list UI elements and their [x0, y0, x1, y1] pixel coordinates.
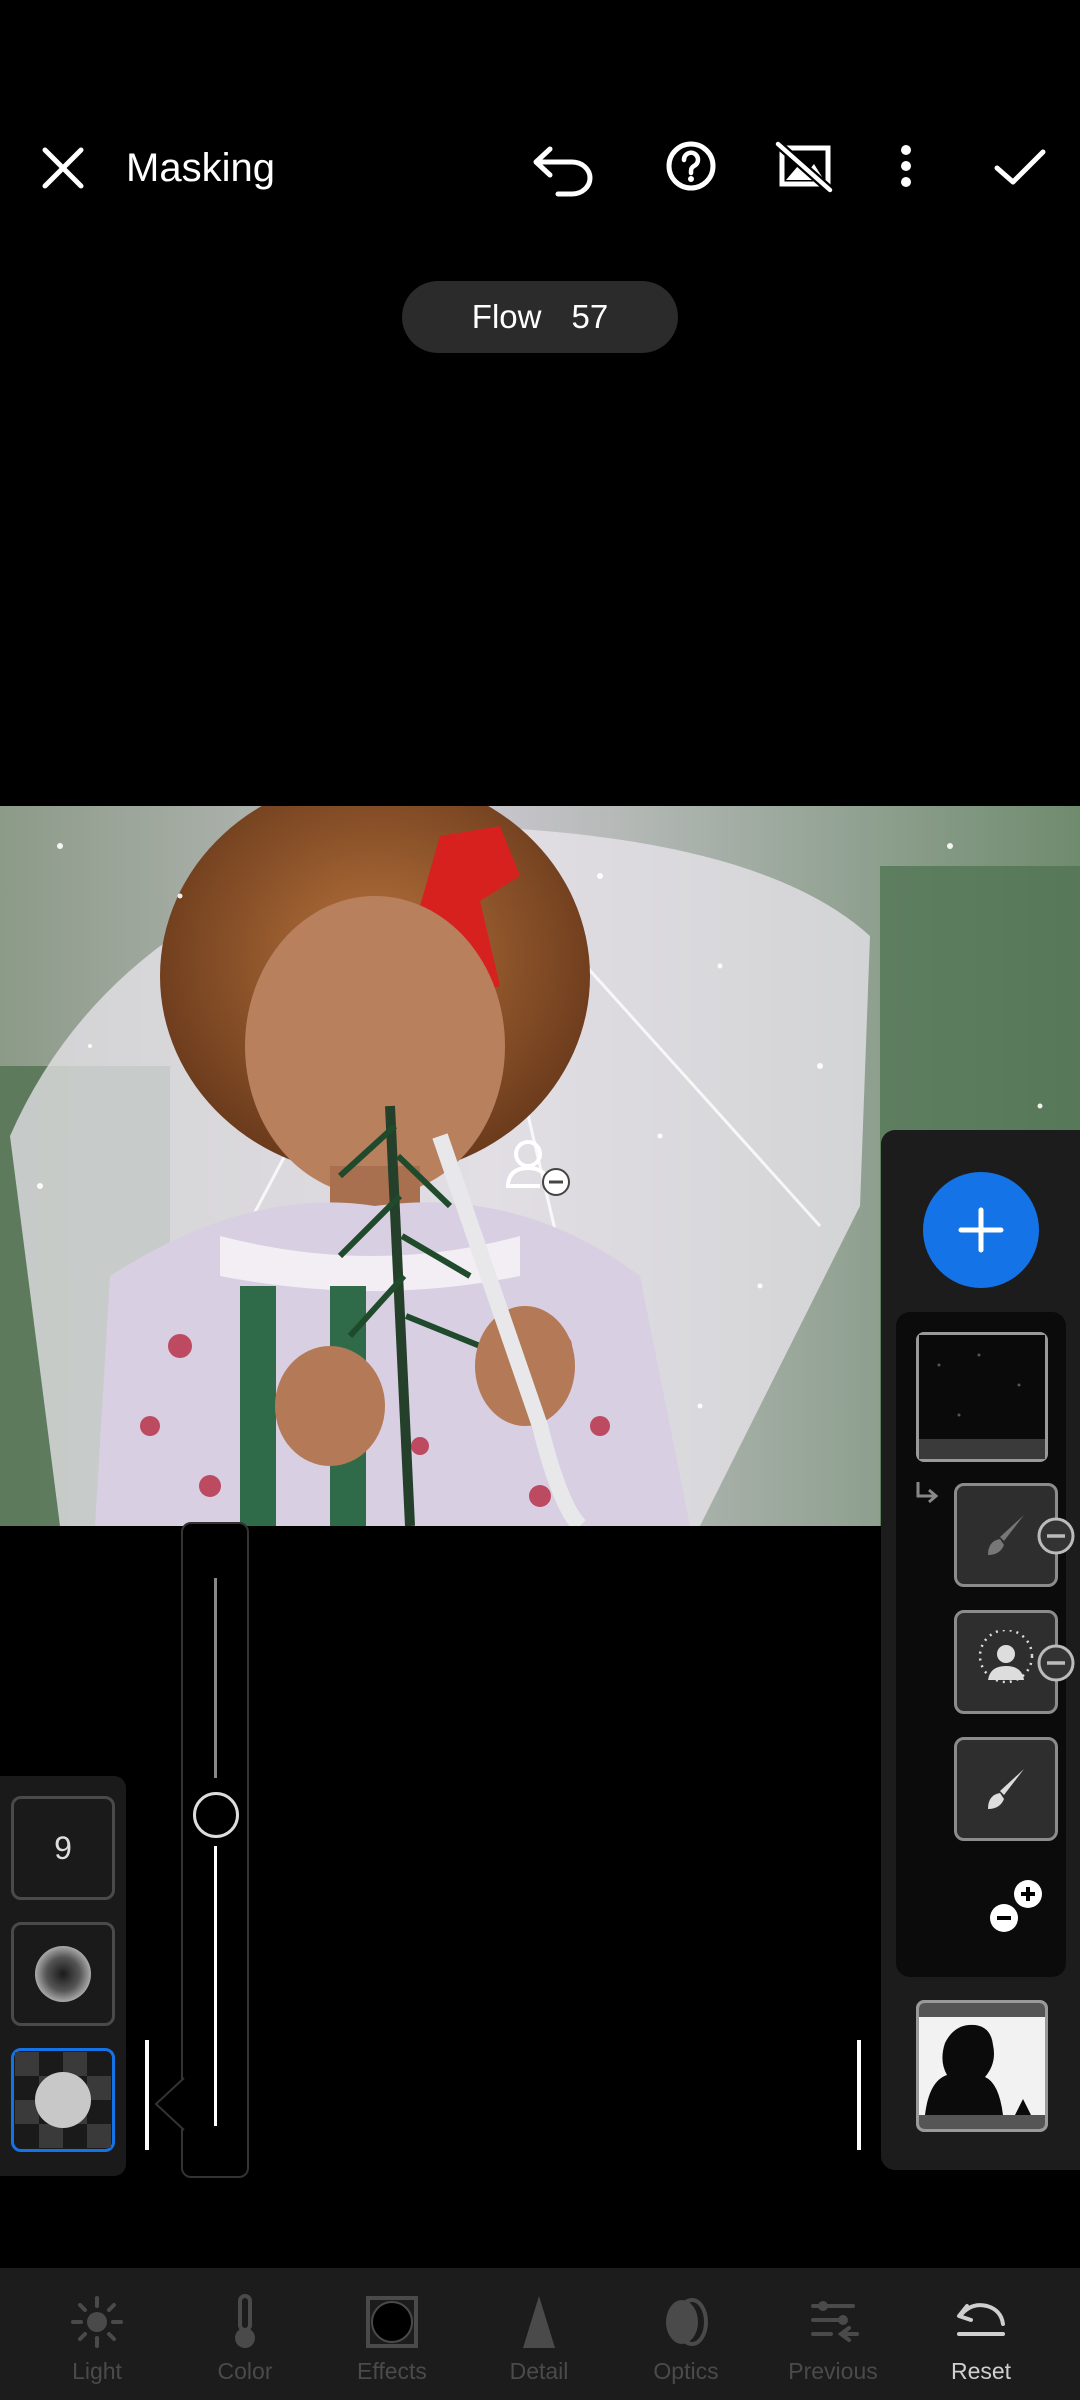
reset-icon	[957, 2303, 1005, 2336]
flow-value: 57	[571, 298, 609, 335]
sun-icon	[71, 2296, 123, 2348]
lens-icon	[666, 2298, 708, 2346]
brush-size-value: 9	[54, 1829, 72, 1866]
more-vertical-icon	[901, 145, 911, 187]
slider-pointer-icon	[154, 2077, 185, 2131]
thermometer-icon	[235, 2294, 255, 2348]
subject-icon	[978, 1630, 1034, 1684]
mask-silhouette-image	[919, 2003, 1045, 2129]
toolbar-label: Optics	[653, 2358, 719, 2384]
checkmark-icon	[994, 149, 1046, 185]
help-button[interactable]	[655, 134, 727, 206]
mask-thumbnail[interactable]	[916, 1332, 1048, 1462]
toolbar-label: Light	[72, 2358, 122, 2384]
brush-icon	[988, 1769, 1024, 1809]
close-button[interactable]	[30, 135, 96, 201]
more-options-button[interactable]	[880, 134, 932, 206]
overlay-toggle-button[interactable]	[768, 134, 840, 206]
page-title: Masking	[126, 146, 275, 190]
subtract-arrow-icon	[912, 1478, 942, 1508]
toolbar-detail[interactable]: Detail	[474, 2290, 604, 2385]
toolbar-label: Detail	[509, 2358, 569, 2384]
brush-feather-button[interactable]	[11, 1922, 115, 2026]
brush-flow-button[interactable]	[11, 2048, 115, 2152]
toolbar-previous[interactable]: Previous	[768, 2290, 898, 2385]
slider-handle[interactable]	[193, 1792, 239, 1838]
toolbar-label: Color	[217, 2358, 273, 2384]
flow-icon	[15, 2052, 111, 2148]
vignette-icon	[366, 2296, 418, 2348]
toolbar-optics[interactable]: Optics	[621, 2290, 751, 2385]
triangle-icon	[523, 2296, 555, 2348]
close-icon	[42, 147, 84, 189]
undo-button[interactable]	[528, 135, 600, 201]
help-icon	[666, 141, 716, 191]
crop-edge-left	[145, 2040, 149, 2150]
feather-icon	[35, 1946, 91, 2002]
flow-label: Flow	[471, 298, 542, 335]
brush-mask-tool[interactable]	[954, 1737, 1058, 1841]
combined-mask-thumbnail[interactable]	[916, 2000, 1048, 2132]
mask-preview-image	[919, 1335, 1045, 1459]
brush-size-button[interactable]: 9	[11, 1796, 115, 1900]
toolbar-reset[interactable]: Reset	[916, 2290, 1046, 2385]
subtract-badge-icon	[1036, 1516, 1076, 1556]
brush-icon	[988, 1515, 1024, 1555]
subtract-badge-icon	[1036, 1643, 1076, 1683]
crop-edge-right	[857, 2040, 861, 2150]
plus-icon	[958, 1207, 1004, 1253]
overlay-off-icon	[775, 140, 833, 194]
toolbar-label: Previous	[788, 2358, 878, 2384]
brush-erase-cursor-icon	[506, 1140, 570, 1196]
toolbar-effects[interactable]: Effects	[327, 2290, 457, 2385]
add-subtract-icon	[990, 1880, 1042, 1932]
toolbar-label: Effects	[357, 2358, 427, 2384]
add-mask-button[interactable]	[923, 1172, 1039, 1288]
undo-icon	[533, 146, 593, 197]
slider-track-lower	[214, 1846, 217, 2126]
previous-icon	[811, 2301, 859, 2342]
toolbar-color[interactable]: Color	[180, 2290, 310, 2385]
slider-track-upper	[214, 1578, 217, 1778]
flow-readout: Flow 57	[402, 281, 678, 353]
add-subtract-mask-button[interactable]	[982, 1872, 1052, 1942]
toolbar-light[interactable]: Light	[32, 2290, 162, 2385]
toolbar-label: Reset	[950, 2358, 1012, 2384]
done-button[interactable]	[985, 134, 1055, 206]
